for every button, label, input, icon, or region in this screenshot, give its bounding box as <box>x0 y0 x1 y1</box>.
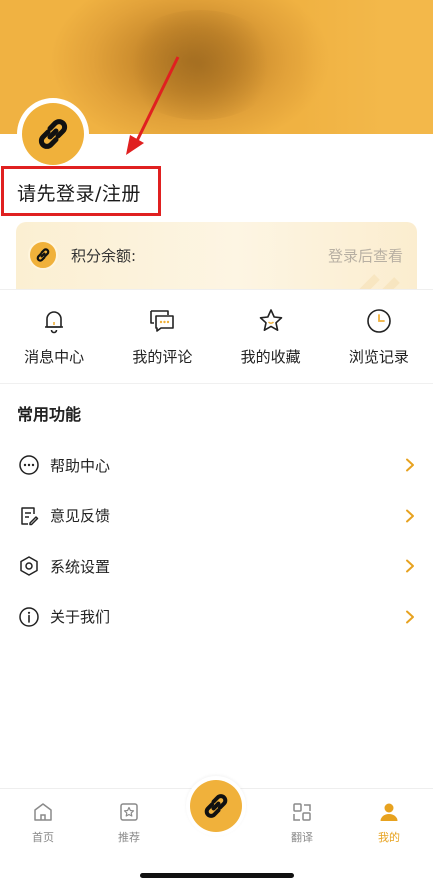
clock-icon <box>367 309 391 333</box>
home-indicator <box>140 873 294 878</box>
center-link-button[interactable] <box>186 776 246 836</box>
tab-label: 翻译 <box>291 831 313 844</box>
divider <box>0 383 433 384</box>
tab-label: 推荐 <box>118 831 140 844</box>
menu-item-feedback[interactable]: 意见反馈 <box>0 491 433 542</box>
menu-item-about-us[interactable]: 关于我们 <box>0 592 433 643</box>
feedback-icon <box>21 507 39 525</box>
chevron-right-icon <box>406 458 414 472</box>
quick-action-label: 消息中心 <box>24 348 85 366</box>
menu-item-label: 关于我们 <box>50 608 111 627</box>
menu-item-label: 意见反馈 <box>50 507 111 526</box>
points-link-icon <box>28 240 58 270</box>
star-icon <box>259 309 282 331</box>
quick-action-label: 浏览记录 <box>348 348 409 366</box>
points-balance-label: 积分余额: <box>71 247 137 265</box>
home-icon <box>34 803 52 821</box>
translate-icon <box>293 803 311 821</box>
settings-icon <box>20 556 38 576</box>
menu-item-system-settings[interactable]: 系统设置 <box>0 541 433 592</box>
info-icon <box>19 607 39 627</box>
chevron-right-icon <box>406 559 414 573</box>
quick-action-comments[interactable]: 我的评论 <box>108 298 216 378</box>
quick-action-label: 我的评论 <box>132 348 193 366</box>
tab-label: 首页 <box>32 831 54 844</box>
link-icon <box>204 794 228 818</box>
common-functions-menu: 帮助中心 意见反馈 系统设置 关于我们 <box>0 440 433 642</box>
quick-action-history[interactable]: 浏览记录 <box>325 298 433 378</box>
quick-action-label: 我的收藏 <box>240 348 301 366</box>
quick-action-favorites[interactable]: 我的收藏 <box>217 298 325 378</box>
tab-recommend[interactable]: 推荐 <box>99 801 159 845</box>
comment-icon <box>150 310 175 332</box>
menu-item-label: 系统设置 <box>50 557 111 576</box>
avatar[interactable] <box>17 98 89 170</box>
recommend-icon <box>120 803 138 821</box>
annotation-arrow <box>126 56 180 155</box>
login-register-link[interactable]: 请先登录/注册 <box>17 179 141 206</box>
tab-label: 我的 <box>378 831 400 844</box>
tab-translate[interactable]: 翻译 <box>272 801 332 845</box>
help-icon <box>19 455 39 475</box>
divider <box>0 289 433 290</box>
points-card[interactable]: 积分余额: 登录后查看 <box>16 222 417 290</box>
chevron-right-icon <box>406 509 414 523</box>
chevron-right-icon <box>406 610 414 624</box>
tab-home[interactable]: 首页 <box>13 801 73 845</box>
profile-icon <box>380 803 398 821</box>
points-login-to-view[interactable]: 登录后查看 <box>328 245 403 266</box>
menu-item-label: 帮助中心 <box>50 456 111 475</box>
menu-item-help-center[interactable]: 帮助中心 <box>0 440 433 491</box>
tab-profile[interactable]: 我的 <box>359 801 419 845</box>
quick-actions: 消息中心 我的评论 我的收藏 浏览记录 <box>0 298 433 378</box>
section-title: 常用功能 <box>17 405 82 424</box>
quick-action-messages[interactable]: 消息中心 <box>0 298 108 378</box>
bell-icon <box>45 311 64 334</box>
link-icon <box>38 119 68 149</box>
